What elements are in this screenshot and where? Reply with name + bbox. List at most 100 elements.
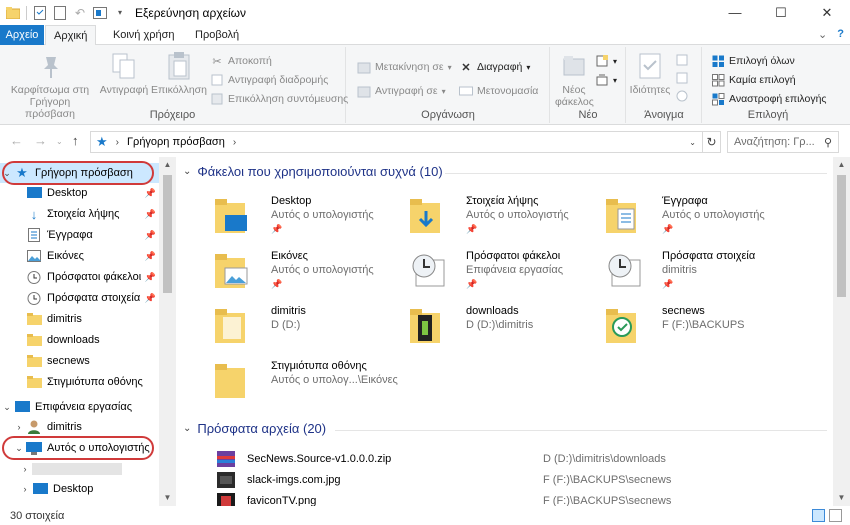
nav-user[interactable]: › dimitris <box>0 417 160 437</box>
tile-recent-folders[interactable]: Πρόσφατοι φάκελοι Επιφάνεια εργασίας 📌 <box>408 248 598 300</box>
tile-recent-items[interactable]: Πρόσφατα στοιχεία dimitris 📌 <box>604 248 794 300</box>
tile-location: F (F:)\BACKUPS <box>662 319 745 331</box>
list-item[interactable]: SecNews.Source-v1.0.0.0.zip D (D:)\dimit… <box>217 449 827 469</box>
list-item[interactable]: faviconTV.png F (F:)\BACKUPS\secnews <box>217 491 827 506</box>
help-icon[interactable]: ? <box>837 28 844 41</box>
tab-view[interactable]: Προβολή <box>187 25 247 45</box>
paste-button[interactable]: Επικόλληση <box>151 51 207 96</box>
chevron-down-icon[interactable]: ⌄ <box>818 28 827 41</box>
copy-path-button[interactable]: Αντιγραφή διαδρομής <box>210 71 328 89</box>
pin-icon[interactable]: 📌 <box>145 230 156 241</box>
pin-icon[interactable]: 📌 <box>145 188 156 199</box>
tile-downloads[interactable]: Στοιχεία λήψης Αυτός ο υπολογιστής 📌 <box>408 193 598 245</box>
new-item-button[interactable]: ▾ <box>595 52 617 70</box>
frequent-folders-header[interactable]: ⌄ Φάκελοι που χρησιμοποιούνται συχνά (10… <box>183 164 443 179</box>
scrollbar-thumb[interactable] <box>163 175 172 293</box>
invert-selection-button[interactable]: Αναστροφή επιλογής <box>711 90 826 108</box>
chevron-down-icon[interactable]: ⌄ <box>689 138 696 147</box>
scroll-down-icon[interactable]: ▼ <box>159 490 176 506</box>
chevron-down-icon[interactable]: ⌄ <box>183 423 191 434</box>
select-none-button[interactable]: Καμία επιλογή <box>711 71 796 89</box>
paste-shortcut-button[interactable]: Επικόλληση συντόμευσης <box>210 90 348 108</box>
up-arrow-icon[interactable]: ↑ <box>72 133 79 148</box>
nav-item-recent-items[interactable]: Πρόσφατα στοιχεία 📌 <box>0 288 160 308</box>
nav-desktop-root[interactable]: ⌄ Επιφάνεια εργασίας <box>0 397 160 417</box>
nav-item-secnews[interactable]: secnews <box>0 351 160 371</box>
tile-name: Πρόσφατα στοιχεία <box>662 250 756 262</box>
nav-item-downloads[interactable]: ↓ Στοιχεία λήψης 📌 <box>0 204 160 224</box>
nav-item-documents[interactable]: Έγγραφα 📌 <box>0 225 160 245</box>
close-button[interactable]: ✕ <box>804 0 850 25</box>
recent-files-header[interactable]: ⌄ Πρόσφατα αρχεία (20) <box>183 421 326 436</box>
easy-access-button[interactable]: ▾ <box>595 71 617 89</box>
edit-button[interactable] <box>675 69 689 87</box>
nav-item-recent-folders[interactable]: Πρόσφατοι φάκελοι 📌 <box>0 267 160 287</box>
nav-blurred-item[interactable]: › <box>0 459 160 479</box>
tile-name: Πρόσφατοι φάκελοι <box>466 250 561 262</box>
search-input[interactable]: Αναζήτηση: Γρ... ⚲ <box>727 131 839 153</box>
content-scrollbar[interactable]: ▲ ▼ <box>833 157 850 506</box>
copy-button[interactable]: Αντιγραφή <box>96 51 152 96</box>
select-all-button[interactable]: Επιλογή όλων <box>711 52 795 70</box>
properties-icon[interactable] <box>33 5 47 20</box>
back-arrow-icon[interactable]: ← <box>10 133 23 148</box>
chevron-right-icon[interactable]: › <box>12 422 26 432</box>
rename-button[interactable]: Μετονομασία <box>459 82 538 100</box>
open-button[interactable] <box>675 51 689 69</box>
tile-documents[interactable]: Έγγραφα Αυτός ο υπολογιστής 📌 <box>604 193 794 245</box>
tile-downloads-folder[interactable]: downloads D (D:)\dimitris <box>408 303 598 355</box>
chevron-right-icon[interactable]: › <box>18 464 32 474</box>
recent-locations-chevron-icon[interactable]: ⌄ <box>56 137 63 146</box>
new-folder-button[interactable]: Νέος φάκελος <box>555 51 594 108</box>
delete-button[interactable]: ✕ Διαγραφή ▾ <box>459 58 530 76</box>
new-folder-icon[interactable] <box>53 5 67 20</box>
pin-icon[interactable]: 📌 <box>145 209 156 220</box>
nav-item-desktop[interactable]: Desktop 📌 <box>0 183 160 203</box>
tile-screenshots[interactable]: Στιγμιότυπα οθόνης Αυτός ο υπολογ...\Εικ… <box>213 358 403 410</box>
large-icons-view-icon[interactable] <box>829 509 842 522</box>
rename-icon[interactable] <box>93 6 107 20</box>
address-box[interactable]: ★ › Γρήγορη πρόσβαση › ⌄ <box>90 131 703 153</box>
tile-secnews[interactable]: secnews F (F:)\BACKUPS <box>604 303 794 355</box>
open-group: Ιδιότητες Άνοιγμα <box>627 47 702 123</box>
scroll-up-icon[interactable]: ▲ <box>159 157 176 173</box>
pin-icon[interactable]: 📌 <box>145 251 156 262</box>
breadcrumb-chevron-icon[interactable]: › <box>233 137 236 148</box>
nav-pc-desktop[interactable]: › Desktop <box>0 479 160 499</box>
scroll-up-icon[interactable]: ▲ <box>833 157 850 173</box>
history-button[interactable] <box>675 87 689 105</box>
nav-item-pictures[interactable]: Εικόνες 📌 <box>0 246 160 266</box>
pin-icon[interactable]: 📌 <box>145 272 156 283</box>
scrollbar-thumb[interactable] <box>837 175 846 297</box>
refresh-button[interactable]: ↻ <box>703 131 721 153</box>
chevron-down-icon[interactable]: ⌄ <box>0 402 14 413</box>
tile-pictures[interactable]: Εικόνες Αυτός ο υπολογιστής 📌 <box>213 248 403 300</box>
scroll-down-icon[interactable]: ▼ <box>833 490 850 506</box>
details-view-icon[interactable] <box>812 509 825 522</box>
chevron-down-icon[interactable]: ⌄ <box>183 166 191 177</box>
minimize-button[interactable]: — <box>712 0 758 25</box>
copy-to-button[interactable]: Αντιγραφή σε ▾ <box>357 82 446 100</box>
tile-dimitris[interactable]: dimitris D (D:) <box>213 303 403 355</box>
cut-button[interactable]: ✂ Αποκοπή <box>210 52 271 70</box>
list-item[interactable]: slack-imgs.com.jpg F (F:)\BACKUPS\secnew… <box>217 470 827 490</box>
chevron-right-icon[interactable]: › <box>18 484 32 494</box>
undo-icon[interactable]: ↶ <box>73 6 87 20</box>
forward-arrow-icon[interactable]: → <box>34 133 47 148</box>
pin-icon[interactable]: 📌 <box>145 293 156 304</box>
breadcrumb[interactable]: Γρήγορη πρόσβαση <box>127 136 225 148</box>
desktop-icon <box>26 186 42 200</box>
tab-share[interactable]: Κοινή χρήση <box>105 25 183 45</box>
maximize-button[interactable]: ☐ <box>758 0 804 25</box>
breadcrumb-chevron-icon[interactable]: › <box>116 137 119 148</box>
nav-item-downloads-folder[interactable]: downloads <box>0 330 160 350</box>
chevron-down-icon[interactable]: ▾ <box>113 6 127 20</box>
tile-desktop[interactable]: Desktop Αυτός ο υπολογιστής 📌 <box>213 193 403 245</box>
nav-item-screenshots[interactable]: Στιγμιότυπα οθόνης <box>0 372 160 392</box>
move-to-button[interactable]: Μετακίνηση σε ▾ <box>357 58 452 76</box>
properties-button[interactable]: Ιδιότητες <box>629 51 671 96</box>
nav-item-dimitris[interactable]: dimitris <box>0 309 160 329</box>
tab-home[interactable]: Αρχική <box>45 25 97 46</box>
nav-scrollbar[interactable]: ▲ ▼ <box>159 157 176 506</box>
tab-file[interactable]: Αρχείο <box>0 25 44 45</box>
